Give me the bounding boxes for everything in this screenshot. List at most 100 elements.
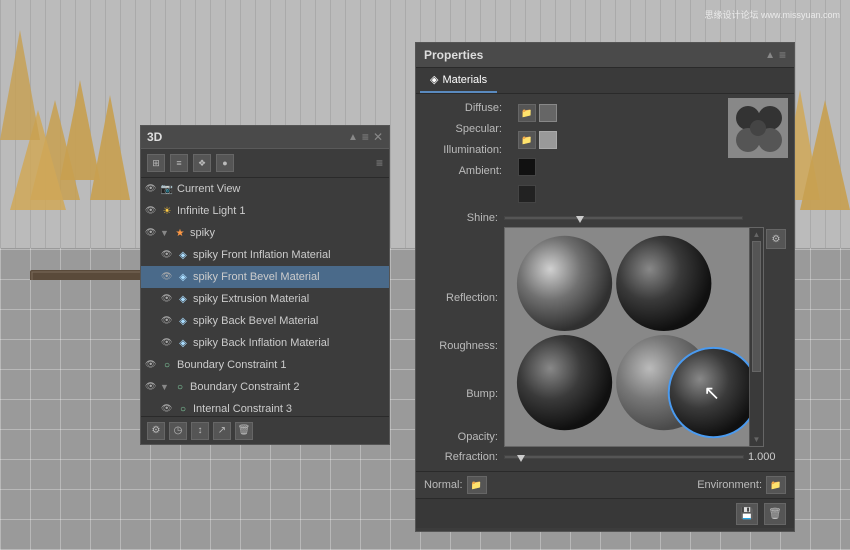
- footer-settings-btn[interactable]: ⚙: [147, 422, 165, 440]
- spacer2: [422, 307, 504, 337]
- toolbar-scene-btn[interactable]: ⊞: [147, 154, 165, 172]
- panel-3d-layer-list: 👁 📷 Current View 👁 ☀ Infinite Light 1 👁 …: [141, 178, 389, 426]
- illumination-row: Illumination:: [422, 144, 512, 156]
- normal-folder-btn[interactable]: 📁: [467, 476, 487, 494]
- constraint-icon: ○: [176, 402, 190, 416]
- panel-3d: 3D ▲ ≡ ✕ ⊞ ≡ ❖ ● ≡ 👁 📷 Current View 👁 ☀ …: [140, 125, 390, 445]
- layer-item-spiky[interactable]: 👁 ▼ ★ spiky: [141, 222, 389, 244]
- props-delete-btn[interactable]: 🗑: [764, 503, 786, 525]
- panel-3d-menu-icon[interactable]: ≡: [376, 156, 383, 170]
- props-labels-mid: Reflection: Roughness: Bump: Opacity:: [422, 227, 504, 447]
- scroll-thumb[interactable]: [752, 241, 761, 372]
- materials-top-section: Diffuse: Specular: Illumination: Ambient…: [416, 94, 794, 209]
- layer-item-spiky-back-bevel[interactable]: 👁 ◈ spiky Back Bevel Material: [141, 310, 389, 332]
- panel-props-title: Properties: [424, 48, 483, 62]
- normal-label: Normal:: [424, 479, 463, 491]
- watermark: 思缘设计论坛 www.missyuan.com: [704, 8, 840, 21]
- expand-arrow-2[interactable]: ▼: [160, 382, 170, 392]
- constraint-icon: ○: [160, 358, 174, 372]
- layer-item-boundary-1[interactable]: 👁 ○ Boundary Constraint 1: [141, 354, 389, 376]
- layer-label-boundary-2: Boundary Constraint 2: [190, 381, 385, 393]
- props-menu-icon[interactable]: ≡: [779, 48, 786, 62]
- spacer3: [422, 355, 504, 385]
- texture-thumb-svg: [728, 98, 788, 158]
- panel-properties: Properties ▲ ≡ ◈ Materials Diffuse: Spec…: [415, 42, 795, 532]
- diffuse-swatch[interactable]: [539, 104, 557, 122]
- layer-label-spiky-back-bevel: spiky Back Bevel Material: [193, 315, 385, 327]
- eye-icon[interactable]: 👁: [161, 293, 173, 305]
- main-texture-thumb[interactable]: [728, 98, 788, 158]
- footer-delete-btn[interactable]: 🗑: [235, 422, 253, 440]
- material-icon: ◈: [176, 248, 190, 262]
- layer-item-spiky-front-inflation[interactable]: 👁 ◈ spiky Front Inflation Material: [141, 244, 389, 266]
- props-labels-col: Diffuse: Specular: Illumination: Ambient…: [422, 102, 512, 205]
- eye-icon[interactable]: 👁: [161, 249, 173, 261]
- layer-label-boundary-1: Boundary Constraint 1: [177, 359, 385, 371]
- layer-label-spiky-back-inflation: spiky Back Inflation Material: [193, 337, 385, 349]
- illumination-controls: [518, 156, 557, 178]
- layer-label-infinite-light-1: Infinite Light 1: [177, 205, 385, 217]
- diffuse-row: Diffuse:: [422, 102, 512, 114]
- materials-tab-icon: ◈: [430, 73, 438, 86]
- props-save-btn[interactable]: 💾: [736, 503, 758, 525]
- layer-item-spiky-back-inflation[interactable]: 👁 ◈ spiky Back Inflation Material: [141, 332, 389, 354]
- layer-item-infinite-light-1[interactable]: 👁 ☀ Infinite Light 1: [141, 200, 389, 222]
- eye-icon[interactable]: 👁: [161, 337, 173, 349]
- eye-icon[interactable]: 👁: [145, 359, 157, 371]
- shine-slider[interactable]: [504, 216, 743, 220]
- refraction-label: Refraction:: [422, 451, 504, 463]
- texture-scrollbar[interactable]: ▲ ▼: [749, 228, 763, 446]
- specular-folder-btn[interactable]: 📁: [518, 131, 536, 149]
- panel-collapse-arrow[interactable]: ▲: [348, 132, 358, 143]
- layer-item-boundary-2[interactable]: 👁 ▼ ○ Boundary Constraint 2: [141, 376, 389, 398]
- toolbar-list-btn[interactable]: ≡: [170, 154, 188, 172]
- mesh-icon: ★: [173, 226, 187, 240]
- illumination-label: Illumination:: [422, 144, 502, 156]
- reflection-label: Reflection:: [422, 292, 504, 304]
- layer-item-spiky-front-bevel[interactable]: 👁 ◈ spiky Front Bevel Material: [141, 266, 389, 288]
- toolbar-transform-btn[interactable]: ❖: [193, 154, 211, 172]
- footer-material-btn[interactable]: ↗: [213, 422, 231, 440]
- footer-light-btn[interactable]: ◷: [169, 422, 187, 440]
- layer-label-spiky: spiky: [190, 227, 385, 239]
- layer-item-spiky-extrusion[interactable]: 👁 ◈ spiky Extrusion Material: [141, 288, 389, 310]
- gear-button[interactable]: ⚙: [766, 229, 786, 249]
- scroll-up-arrow[interactable]: ▲: [750, 228, 763, 239]
- layer-item-current-view[interactable]: 👁 📷 Current View: [141, 178, 389, 200]
- eye-icon[interactable]: 👁: [145, 205, 157, 217]
- footer-mesh-btn[interactable]: ↕: [191, 422, 209, 440]
- ambient-swatch[interactable]: [518, 185, 536, 203]
- material-icon: ◈: [176, 314, 190, 328]
- refraction-row: Refraction: 1.000: [416, 447, 794, 467]
- constraint-icon: ○: [173, 380, 187, 394]
- tab-materials[interactable]: ◈ Materials: [420, 68, 497, 93]
- bump-label: Bump:: [422, 388, 504, 400]
- environment-label: Environment:: [697, 479, 762, 491]
- panel-menu-icon[interactable]: ≡: [362, 130, 369, 144]
- expand-arrow[interactable]: ▼: [160, 228, 170, 238]
- environment-folder-btn[interactable]: 📁: [766, 476, 786, 494]
- eye-icon[interactable]: 👁: [161, 271, 173, 283]
- props-collapse-arrow[interactable]: ▲: [765, 50, 775, 61]
- scroll-down-arrow[interactable]: ▼: [750, 435, 763, 444]
- layer-label-internal-3: Internal Constraint 3: [193, 403, 385, 415]
- illumination-swatch[interactable]: [518, 158, 536, 176]
- material-icon: ◈: [176, 292, 190, 306]
- eye-icon[interactable]: 👁: [145, 381, 157, 393]
- panel-close-icon[interactable]: ✕: [373, 130, 383, 144]
- refraction-slider[interactable]: [504, 455, 744, 459]
- panel-tabs: ◈ Materials: [416, 68, 794, 94]
- eye-icon[interactable]: 👁: [145, 227, 157, 239]
- specular-swatch[interactable]: [539, 131, 557, 149]
- layer-label-spiky-front-bevel: spiky Front Bevel Material: [193, 271, 385, 283]
- diffuse-folder-btn[interactable]: 📁: [518, 104, 536, 122]
- eye-icon[interactable]: 👁: [161, 315, 173, 327]
- toolbar-light-btn[interactable]: ●: [216, 154, 234, 172]
- svg-text:↖: ↖: [703, 383, 720, 405]
- panel-props-header: Properties ▲ ≡: [416, 43, 794, 68]
- eye-icon[interactable]: 👁: [161, 403, 173, 415]
- texture-grid-preview[interactable]: ↖ ▲ ▼: [504, 227, 764, 447]
- diffuse-controls: 📁: [518, 102, 557, 124]
- eye-icon[interactable]: 👁: [145, 183, 157, 195]
- panel-3d-footer: ⚙ ◷ ↕ ↗ 🗑: [141, 416, 389, 444]
